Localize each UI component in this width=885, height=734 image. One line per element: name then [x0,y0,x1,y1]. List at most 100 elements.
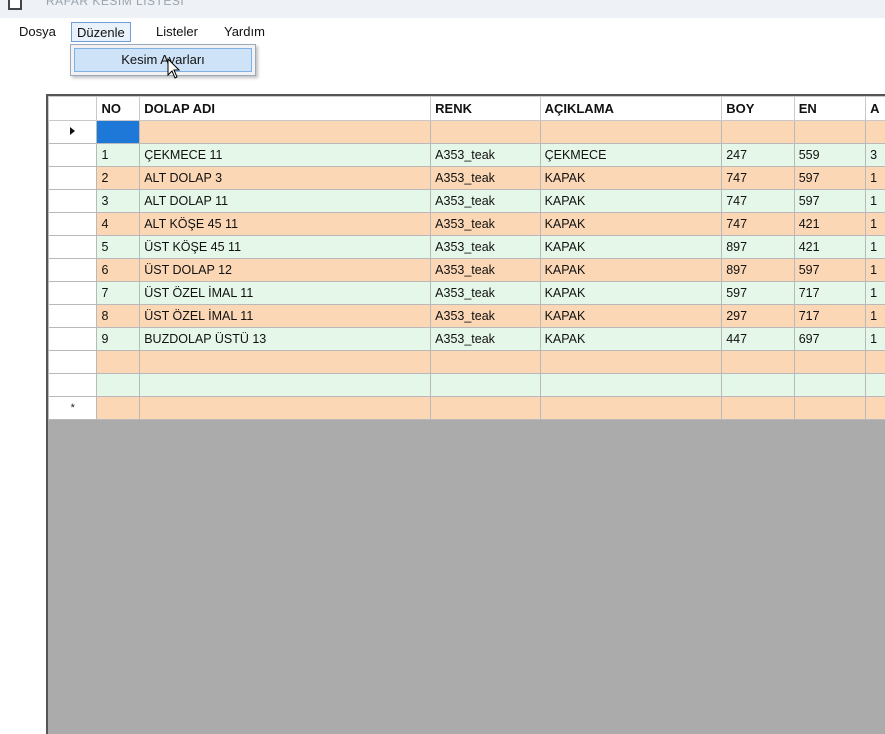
table-cell[interactable]: 597 [722,282,795,305]
row-header-cell[interactable] [49,167,97,190]
table-cell[interactable] [140,374,431,397]
row-header-cell[interactable] [49,236,97,259]
row-header-cell[interactable] [49,190,97,213]
table-cell[interactable] [431,351,540,374]
table-cell[interactable]: 8 [97,305,140,328]
table-cell[interactable] [866,397,885,420]
menu-duzenle[interactable]: Düzenle [71,22,131,42]
table-cell[interactable]: KAPAK [540,213,722,236]
table-cell[interactable]: ALT DOLAP 11 [140,190,431,213]
table-cell[interactable]: 1 [866,167,885,190]
table-cell[interactable]: ALT KÖŞE 45 11 [140,213,431,236]
table-cell[interactable]: ÜST ÖZEL İMAL 11 [140,282,431,305]
table-cell[interactable]: 3 [97,190,140,213]
table-cell[interactable] [431,374,540,397]
row-header-cell[interactable] [49,144,97,167]
table-cell[interactable] [866,121,885,144]
table-row[interactable] [49,121,885,144]
table-cell[interactable]: A353_teak [431,305,540,328]
table-cell[interactable] [97,374,140,397]
table-cell[interactable]: 747 [722,167,795,190]
table-cell[interactable]: 1 [866,213,885,236]
table-cell[interactable]: 6 [97,259,140,282]
table-cell[interactable]: 597 [794,167,865,190]
menu-yardim[interactable]: Yardım [219,22,270,42]
menu-item-kesim-ayarlari[interactable]: Kesim Ayarları [74,48,252,72]
row-header-cell[interactable] [49,259,97,282]
table-cell[interactable]: KAPAK [540,259,722,282]
table-cell[interactable]: A353_teak [431,328,540,351]
table-cell[interactable]: KAPAK [540,167,722,190]
table-cell[interactable]: 2 [97,167,140,190]
table-cell[interactable] [97,121,140,144]
table-cell[interactable]: ÇEKMECE 11 [140,144,431,167]
table-cell[interactable] [140,397,431,420]
table-row[interactable]: * [49,397,885,420]
row-header-cell[interactable] [49,121,97,144]
table-cell[interactable] [97,351,140,374]
row-header-cell[interactable] [49,282,97,305]
table-cell[interactable] [866,351,885,374]
table-cell[interactable]: ÇEKMECE [540,144,722,167]
table-cell[interactable] [97,397,140,420]
table-cell[interactable]: 897 [722,259,795,282]
table-cell[interactable]: 421 [794,213,865,236]
table-cell[interactable] [722,374,795,397]
table-cell[interactable]: ALT DOLAP 3 [140,167,431,190]
table-row[interactable]: 7ÜST ÖZEL İMAL 11A353_teakKAPAK5977171 [49,282,885,305]
table-cell[interactable] [794,397,865,420]
table-row[interactable]: 4ALT KÖŞE 45 11A353_teakKAPAK7474211 [49,213,885,236]
row-header-cell[interactable] [49,213,97,236]
menu-dosya[interactable]: Dosya [14,22,61,42]
table-cell[interactable]: 1 [866,236,885,259]
column-header-boy[interactable]: BOY [722,97,795,121]
column-header-dolap-adi[interactable]: DOLAP ADI [140,97,431,121]
data-grid[interactable]: NO DOLAP ADI RENK AÇIKLAMA BOY EN A 1ÇEK… [46,94,885,734]
row-header-cell[interactable] [49,374,97,397]
table-cell[interactable]: ÜST KÖŞE 45 11 [140,236,431,259]
table-cell[interactable] [794,351,865,374]
table-cell[interactable]: 1 [866,328,885,351]
table-cell[interactable] [431,121,540,144]
table-row[interactable]: 8ÜST ÖZEL İMAL 11A353_teakKAPAK2977171 [49,305,885,328]
table-cell[interactable]: 747 [722,213,795,236]
table-row[interactable] [49,351,885,374]
table-cell[interactable] [540,374,722,397]
grid-corner-cell[interactable] [49,97,97,121]
table-cell[interactable]: 3 [866,144,885,167]
table-cell[interactable]: 9 [97,328,140,351]
table-cell[interactable]: ÜST ÖZEL İMAL 11 [140,305,431,328]
table-row[interactable]: 2ALT DOLAP 3A353_teakKAPAK7475971 [49,167,885,190]
table-row[interactable]: 5ÜST KÖŞE 45 11A353_teakKAPAK8974211 [49,236,885,259]
table-cell[interactable] [540,121,722,144]
table-cell[interactable]: A353_teak [431,236,540,259]
table-cell[interactable]: 747 [722,190,795,213]
table-cell[interactable]: 297 [722,305,795,328]
row-header-cell[interactable]: * [49,397,97,420]
row-header-cell[interactable] [49,328,97,351]
table-row[interactable]: 1ÇEKMECE 11A353_teakÇEKMECE2475593 [49,144,885,167]
table-row[interactable]: 6ÜST DOLAP 12A353_teakKAPAK8975971 [49,259,885,282]
menu-listeler[interactable]: Listeler [151,22,203,42]
table-cell[interactable]: 597 [794,190,865,213]
table-cell[interactable]: KAPAK [540,282,722,305]
table-cell[interactable]: A353_teak [431,259,540,282]
table-cell[interactable] [140,121,431,144]
table-cell[interactable]: ÜST DOLAP 12 [140,259,431,282]
row-header-cell[interactable] [49,351,97,374]
table-cell[interactable] [431,397,540,420]
table-cell[interactable] [722,121,795,144]
table-row[interactable] [49,374,885,397]
table-cell[interactable]: A353_teak [431,213,540,236]
table-cell[interactable]: 7 [97,282,140,305]
table-cell[interactable] [722,397,795,420]
column-header-renk[interactable]: RENK [431,97,540,121]
table-cell[interactable]: KAPAK [540,236,722,259]
table-cell[interactable] [722,351,795,374]
table-cell[interactable]: 1 [866,282,885,305]
table-cell[interactable]: BUZDOLAP ÜSTÜ 13 [140,328,431,351]
table-cell[interactable]: 447 [722,328,795,351]
table-cell[interactable]: 421 [794,236,865,259]
table-cell[interactable] [540,397,722,420]
column-header-en[interactable]: EN [794,97,865,121]
